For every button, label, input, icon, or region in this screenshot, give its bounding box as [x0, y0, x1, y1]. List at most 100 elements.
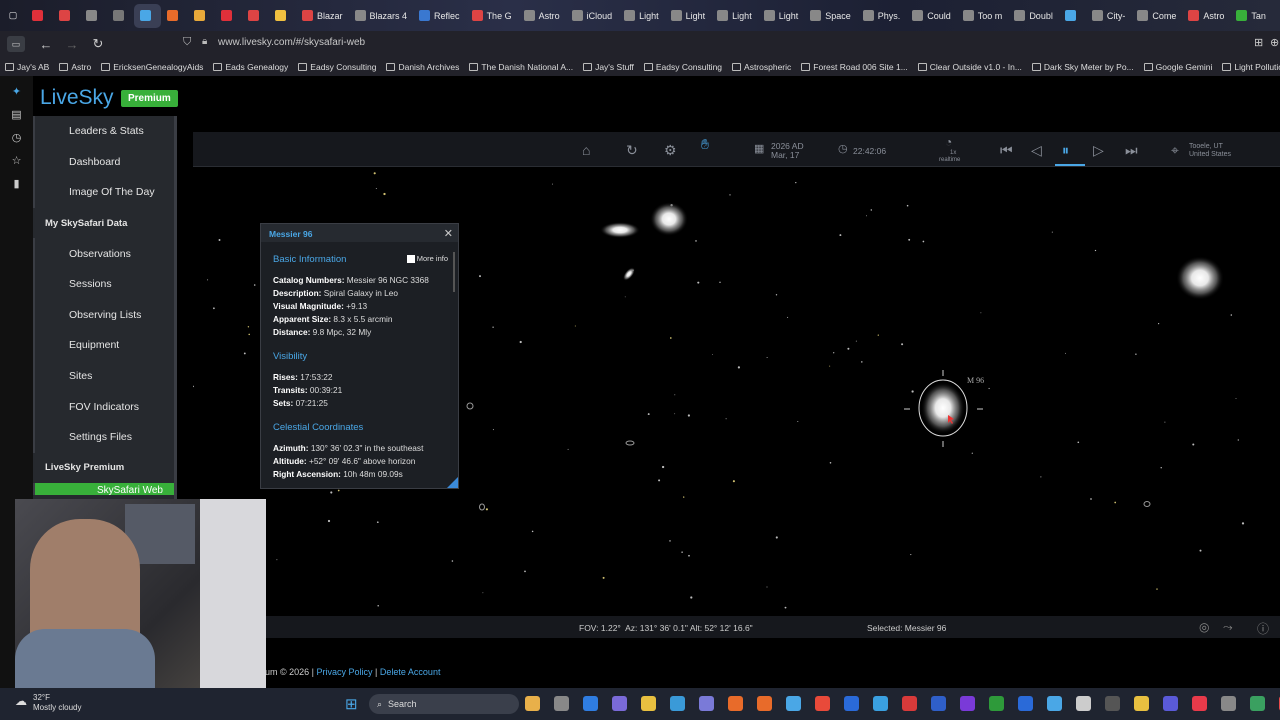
bookmark-item[interactable]: Light Pollution Maps — [1217, 62, 1280, 72]
taskbar-app-icon[interactable] — [1076, 696, 1091, 711]
sidebar-item[interactable]: Observations — [33, 238, 174, 269]
resize-handle[interactable] — [447, 477, 458, 488]
taskbar-app-icon[interactable] — [612, 696, 627, 711]
time-display[interactable]: 22:42:06 — [853, 147, 886, 156]
location-country[interactable]: United States — [1189, 150, 1231, 159]
back-button[interactable]: ← — [35, 33, 57, 55]
browser-tab[interactable]: Light — [665, 4, 712, 28]
windows-start-icon[interactable]: ⊞ — [345, 695, 358, 713]
sidebar-item[interactable]: Sites — [33, 360, 174, 392]
step-back-icon[interactable]: ◁ — [1031, 142, 1042, 159]
sidebar-item[interactable]: Settings Files — [33, 421, 174, 453]
galaxy-tiny-2[interactable] — [625, 440, 635, 446]
taskbar-app-icon[interactable] — [1192, 696, 1207, 711]
taskbar-app-icon[interactable] — [699, 696, 714, 711]
location-pin-icon[interactable]: ⌖ — [1171, 142, 1179, 159]
browser-tab[interactable] — [107, 4, 134, 28]
browser-tab[interactable]: City- — [1086, 4, 1132, 28]
taskbar-app-icon[interactable] — [960, 696, 975, 711]
browser-tab[interactable] — [161, 4, 188, 28]
browser-tab[interactable]: The G — [466, 4, 518, 28]
browser-tab[interactable]: Blazars 4 — [349, 4, 414, 28]
close-icon[interactable]: ✕ — [444, 227, 453, 240]
galaxy-edge-on[interactable] — [600, 222, 640, 238]
browser-tab[interactable] — [26, 4, 53, 28]
browser-tab[interactable] — [215, 4, 242, 28]
taskbar-app-icon[interactable] — [757, 696, 772, 711]
reading-list-icon[interactable]: ▮ — [0, 172, 33, 195]
browser-tab[interactable] — [80, 4, 107, 28]
bookmark-item[interactable]: Jay's Stuff — [578, 62, 639, 72]
sidebar-item[interactable]: Equipment — [33, 330, 174, 361]
home-icon[interactable]: ⌂ — [582, 142, 590, 158]
bookmark-item[interactable]: Forest Road 006 Site 1... — [796, 62, 913, 72]
bookmark-item[interactable]: Eadsy Consulting — [639, 62, 727, 72]
wallet-icon[interactable]: ▤ — [0, 103, 33, 126]
weather-widget[interactable]: 32°F Mostly cloudy — [33, 693, 81, 713]
target-icon[interactable]: ◎ — [1199, 620, 1209, 634]
extension-icon[interactable]: ⊞ — [1254, 36, 1263, 49]
more-info-checkbox[interactable]: More info — [406, 254, 448, 263]
livesky-logo[interactable]: LiveSky — [40, 86, 114, 110]
browser-tab[interactable]: Tan — [1230, 4, 1272, 28]
galaxy-tiny-1[interactable] — [466, 402, 474, 410]
taskbar-app-icon[interactable] — [989, 696, 1004, 711]
browser-tab[interactable]: Blazar — [296, 4, 349, 28]
bookmark-item[interactable]: Astrospheric — [727, 62, 796, 72]
bookmark-item[interactable]: Astro — [54, 62, 96, 72]
browser-tab[interactable] — [1059, 4, 1086, 28]
sidebar-item[interactable]: Leaders & Stats — [33, 116, 174, 147]
privacy-policy-link[interactable]: Privacy Policy — [317, 667, 373, 677]
clock-icon[interactable]: ◷ — [838, 142, 848, 155]
share-icon[interactable]: ⤳ — [1223, 620, 1233, 635]
browser-tab[interactable]: Astro — [1182, 4, 1230, 28]
bookmark-item[interactable]: Jay's AB — [0, 62, 54, 72]
forward-button[interactable]: → — [61, 33, 83, 55]
bookmark-item[interactable]: Clear Outside v1.0 - In... — [913, 62, 1027, 72]
browser-tab[interactable]: Space — [804, 4, 857, 28]
pause-icon[interactable]: ⏸ — [1062, 142, 1069, 159]
profile-icon[interactable]: ⊕ — [1270, 36, 1279, 49]
taskbar-app-icon[interactable] — [931, 696, 946, 711]
browser-tab[interactable]: Could — [906, 4, 957, 28]
sidebar-item[interactable]: FOV Indicators — [33, 391, 174, 422]
hand-tool-icon[interactable]: ✋︎ — [701, 136, 709, 153]
galaxy-small[interactable] — [621, 265, 637, 282]
delete-account-link[interactable]: Delete Account — [380, 667, 441, 677]
browser-tab[interactable] — [188, 4, 215, 28]
taskbar-app-icon[interactable] — [1163, 696, 1178, 711]
browser-tab[interactable]: Come — [1131, 4, 1182, 28]
skip-forward-icon[interactable]: ⏭ — [1125, 142, 1138, 159]
browser-tab[interactable]: Phys. — [857, 4, 907, 28]
weather-icon[interactable]: ☁ — [15, 694, 27, 708]
taskbar-app-icon[interactable] — [1250, 696, 1265, 711]
taskbar-app-icon[interactable] — [844, 696, 859, 711]
taskbar-app-icon[interactable] — [815, 696, 830, 711]
bookmark-item[interactable]: Eadsy Consulting — [293, 62, 381, 72]
checkbox-icon[interactable] — [406, 254, 415, 263]
bookmark-item[interactable]: Dark Sky Meter by Po... — [1027, 62, 1139, 72]
taskbar-app-icon[interactable] — [1134, 696, 1149, 711]
sidebar-item[interactable]: Observing Lists — [33, 299, 174, 331]
galaxy-tiny-3[interactable] — [479, 503, 485, 511]
browser-tab[interactable]: iCloud — [566, 4, 619, 28]
bookmark-item[interactable]: Google Gemini — [1139, 62, 1218, 72]
sidebar-item[interactable]: Image Of The Day — [33, 177, 174, 208]
browser-tab[interactable]: Doubl — [1008, 4, 1059, 28]
bookmark-item[interactable]: The Danish National A... — [464, 62, 578, 72]
browser-tab[interactable]: Astro — [518, 4, 566, 28]
shield-icon[interactable]: ⛉ — [183, 36, 191, 49]
info-icon[interactable]: ⓘ — [1257, 620, 1269, 637]
taskbar-app-icon[interactable] — [641, 696, 656, 711]
bookmarks-icon[interactable]: ☆ — [0, 149, 33, 172]
taskbar-app-icon[interactable] — [1047, 696, 1062, 711]
date-day[interactable]: Mar, 17 — [771, 151, 799, 160]
bookmark-item[interactable]: EricksenGenealogyAids — [96, 62, 208, 72]
taskbar-app-icon[interactable] — [1221, 696, 1236, 711]
history-icon[interactable]: ◷ — [0, 126, 33, 149]
bookmark-item[interactable]: Eads Genealogy — [208, 62, 293, 72]
settings-icon[interactable]: ⚙ — [664, 142, 677, 159]
tab-actions-icon[interactable]: ▢ — [0, 4, 26, 28]
url-text[interactable]: www.livesky.com/#/skysafari-web — [218, 37, 365, 48]
refresh-icon[interactable]: ↻ — [626, 142, 638, 159]
